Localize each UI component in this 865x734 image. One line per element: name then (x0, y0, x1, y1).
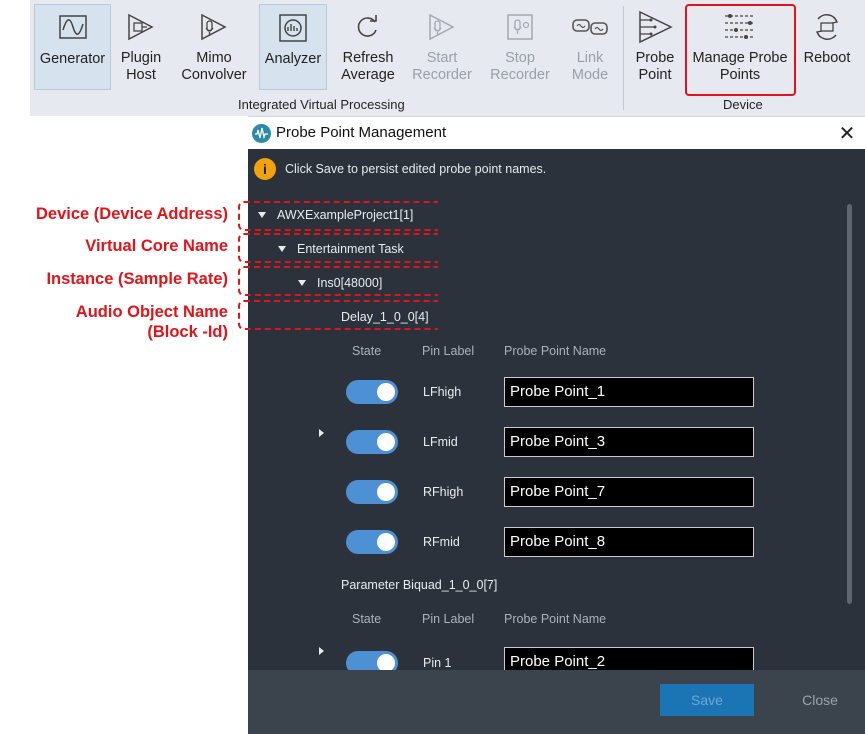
info-text: Click Save to persist edited probe point… (285, 162, 547, 176)
refresh-average-button[interactable]: Refresh Average (332, 4, 404, 90)
column-pin-label: Pin Label (422, 612, 475, 626)
expand-arrow-icon[interactable] (319, 647, 324, 655)
close-button[interactable]: Close (768, 684, 865, 716)
waveform-icon (58, 5, 88, 51)
start-recorder-button[interactable]: Start Recorder (408, 4, 476, 90)
column-probe-point-name: Probe Point Name (504, 612, 607, 626)
ribbon-toolbar: Generator Plugin Host Mimo Convolver Ana… (30, 0, 865, 116)
vertical-scrollbar[interactable] (847, 204, 852, 604)
generator-button[interactable]: Generator (34, 4, 111, 90)
probe-point-label: Probe Point (635, 50, 675, 83)
toggle-knob (377, 654, 395, 670)
reboot-label: Reboot (803, 50, 851, 66)
probe-point-name-input[interactable]: Probe Point_8 (504, 527, 754, 557)
stop-recorder-button[interactable]: Stop Recorder (480, 4, 560, 90)
annotation-instance: Instance (Sample Rate) (46, 270, 228, 288)
link-icon (571, 4, 609, 50)
probe-point-name-input[interactable]: Probe Point_2 (504, 647, 754, 670)
app-logo-icon (252, 124, 271, 143)
state-toggle[interactable] (346, 380, 398, 404)
pin-label: LFhigh (423, 385, 462, 399)
pin-label: RFmid (423, 535, 460, 549)
analyzer-icon (277, 5, 309, 51)
start-recorder-label: Start Recorder (412, 50, 472, 83)
plugin-host-button[interactable]: Plugin Host (113, 4, 169, 90)
pin-label: LFmid (423, 435, 458, 449)
state-toggle[interactable] (346, 480, 398, 504)
save-button[interactable]: Save (660, 684, 754, 716)
generator-label: Generator (39, 51, 106, 67)
close-icon[interactable]: ✕ (835, 121, 859, 146)
reboot-icon (812, 4, 842, 50)
column-probe-point-name: Probe Point Name (504, 344, 607, 358)
stop-recorder-icon (504, 4, 536, 50)
pin-label: Pin 1 (423, 656, 452, 670)
reboot-button[interactable]: Reboot (799, 4, 855, 90)
dialog-titlebar: Probe Point Management ✕ (248, 116, 865, 149)
partially-visible-row: Pin 1 Probe Point_2 (248, 641, 865, 670)
toggle-knob (377, 533, 395, 551)
analyzer-label: Analyzer (264, 51, 322, 67)
probe-point-name-input[interactable]: Probe Point_7 (504, 477, 754, 507)
expand-arrow-icon[interactable] (319, 429, 324, 437)
probe-point-icon (636, 4, 674, 50)
column-state: State (352, 344, 382, 358)
probe-point-button[interactable]: Probe Point (629, 4, 681, 90)
annotation-device: Device (Device Address) (36, 205, 228, 223)
toggle-knob (377, 383, 395, 401)
dialog-footer: Save Close (248, 670, 865, 734)
info-icon: i (254, 158, 276, 180)
start-recorder-icon (426, 4, 458, 50)
annotation-bracket-instance (238, 266, 438, 296)
group-label-integrated: Integrated Virtual Processing (238, 97, 405, 112)
refresh-icon (354, 4, 382, 50)
toggle-knob (377, 433, 395, 451)
stop-recorder-label: Stop Recorder (490, 50, 550, 83)
annotation-audio-object-line2: (Block -Id) (147, 323, 228, 341)
toggle-knob (377, 483, 395, 501)
link-mode-label: Link Mode (571, 50, 609, 83)
link-mode-button[interactable]: Link Mode (565, 4, 615, 90)
state-toggle[interactable] (346, 530, 398, 554)
state-toggle[interactable] (346, 651, 398, 670)
plugin-icon (125, 4, 157, 50)
refresh-average-label: Refresh Average (341, 50, 395, 83)
annotation-core: Virtual Core Name (85, 237, 228, 255)
annotation-audio-object: Audio Object Name (Block -Id) (76, 302, 228, 342)
group-separator (623, 6, 624, 110)
section-title: Parameter Biquad_1_0_0[7] (341, 578, 498, 592)
plugin-host-label: Plugin Host (120, 50, 162, 83)
analyzer-button[interactable]: Analyzer (259, 4, 327, 90)
annotation-bracket-audio-object (238, 300, 438, 330)
pin-label: RFhigh (423, 485, 464, 499)
highlight-manage-probe-points (685, 4, 796, 96)
dialog-title: Probe Point Management (276, 124, 447, 141)
group-label-device: Device (723, 97, 763, 112)
column-pin-label: Pin Label (422, 344, 475, 358)
probe-point-name-input[interactable]: Probe Point_3 (504, 427, 754, 457)
state-toggle[interactable] (346, 430, 398, 454)
annotation-bracket-core (238, 233, 438, 263)
annotation-audio-object-line1: Audio Object Name (75, 303, 228, 321)
info-banner: i Click Save to persist edited probe poi… (254, 157, 546, 181)
column-state: State (352, 612, 382, 626)
annotation-bracket-device (238, 201, 438, 231)
convolver-icon (198, 4, 230, 50)
probe-point-name-input[interactable]: Probe Point_1 (504, 377, 754, 407)
mimo-convolver-button[interactable]: Mimo Convolver (174, 4, 254, 90)
mimo-convolver-label: Mimo Convolver (181, 50, 247, 83)
